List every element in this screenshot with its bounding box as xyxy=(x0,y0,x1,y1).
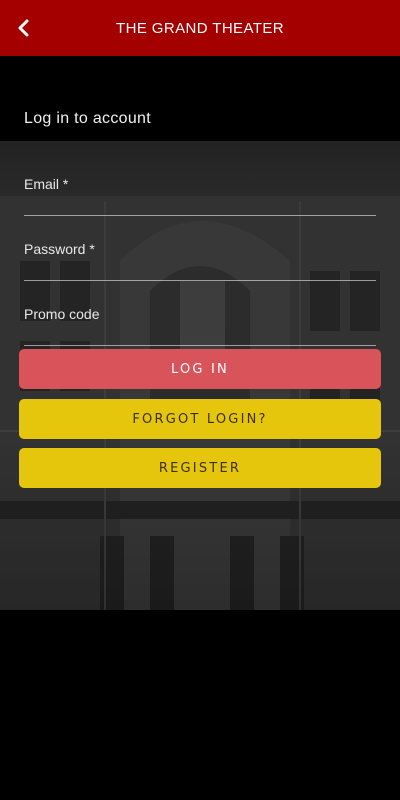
chevron-left-icon xyxy=(18,19,29,37)
email-input[interactable] xyxy=(24,176,376,215)
email-field[interactable]: Email * xyxy=(24,176,376,216)
promo-code-input[interactable] xyxy=(24,306,376,345)
back-button[interactable] xyxy=(6,10,42,46)
password-field[interactable]: Password * xyxy=(24,241,376,281)
login-button[interactable]: LOG IN xyxy=(19,349,381,389)
login-header: Log in to account xyxy=(0,56,400,141)
app-title: THE GRAND THEATER xyxy=(116,19,284,37)
forgot-login-button[interactable]: FORGOT LOGIN? xyxy=(19,399,381,439)
register-button[interactable]: REGISTER xyxy=(19,448,381,488)
password-input[interactable] xyxy=(24,241,376,280)
login-heading: Log in to account xyxy=(24,110,151,127)
app-bar: THE GRAND THEATER xyxy=(0,0,400,56)
promo-code-field[interactable]: Promo code xyxy=(24,306,376,346)
login-form: Email * Password * Promo code LOG IN FOR… xyxy=(0,141,400,610)
